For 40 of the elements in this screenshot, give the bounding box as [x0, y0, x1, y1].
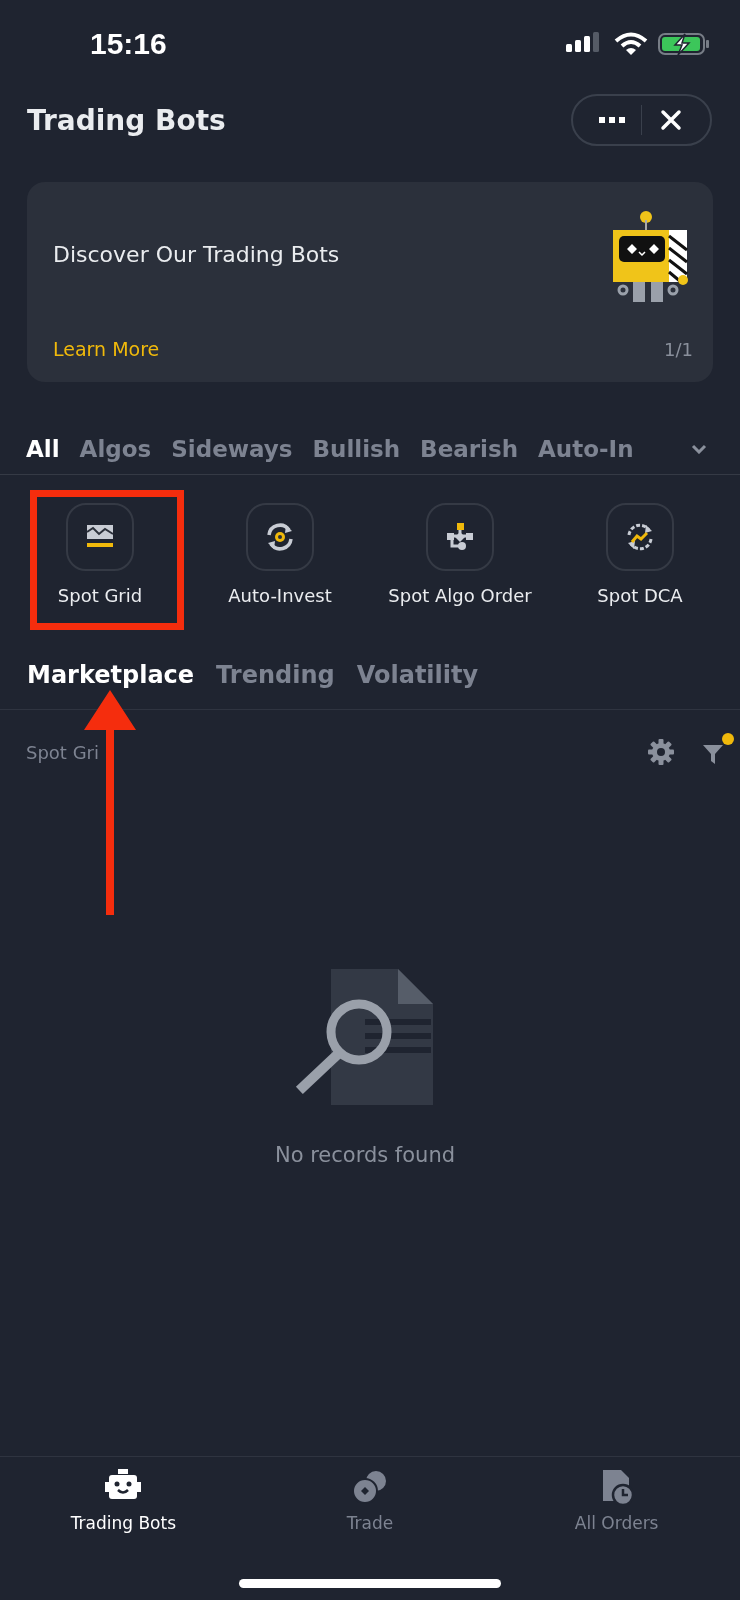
settings-button[interactable]	[648, 739, 674, 765]
refresh-coin-icon	[265, 522, 295, 552]
bot-label: Spot Algo Order	[388, 585, 532, 606]
document-search-icon	[295, 967, 435, 1107]
bot-button[interactable]	[246, 503, 314, 571]
market-tab[interactable]: Trending	[216, 655, 335, 695]
cycle-trend-icon	[625, 522, 655, 552]
promo-banner[interactable]: Discover Our Trading Bots Learn More 1/1	[27, 182, 713, 382]
category-tab[interactable]: Bearish	[420, 436, 519, 462]
filter-label: Spot Gri	[26, 741, 99, 763]
bot-label: Auto-Invest	[228, 585, 332, 606]
nav-tab[interactable]: All Orders	[493, 1457, 740, 1557]
market-tab[interactable]: Marketplace	[27, 655, 195, 695]
learn-more-link[interactable]: Learn More	[53, 338, 340, 360]
nav-tab[interactable]: Trade	[246, 1457, 494, 1557]
category-tab[interactable]: All	[26, 436, 60, 462]
category-tab[interactable]: Sideways	[171, 436, 293, 462]
bot-button[interactable]	[66, 503, 134, 571]
nav-tab[interactable]: Trading Bots	[0, 1457, 247, 1557]
category-tab[interactable]: Algos	[79, 436, 152, 462]
chevron-down-icon	[691, 444, 707, 454]
market-tab[interactable]: Volatility	[356, 655, 479, 695]
banner-title: Discover Our Trading Bots	[53, 242, 340, 267]
wifi-icon	[614, 32, 648, 56]
settings-icon	[648, 739, 674, 765]
bot-button[interactable]	[606, 503, 674, 571]
bot-label: Spot Grid	[57, 585, 143, 606]
close-icon	[660, 109, 682, 131]
category-tab[interactable]: Auto-In	[538, 436, 634, 462]
page-title: Trading Bots	[27, 103, 226, 137]
clock-time: 15:16	[90, 27, 167, 61]
bot-button[interactable]	[426, 503, 494, 571]
more-icon	[599, 116, 625, 124]
coins-icon	[352, 1469, 388, 1505]
empty-message: No records found	[274, 1143, 456, 1167]
bot-label: Spot DCA	[597, 585, 683, 606]
battery-icon	[658, 32, 710, 56]
flowchart-icon	[445, 522, 475, 552]
page-indicator: 1/1	[664, 339, 693, 360]
category-tab[interactable]: Bullish	[312, 436, 401, 462]
